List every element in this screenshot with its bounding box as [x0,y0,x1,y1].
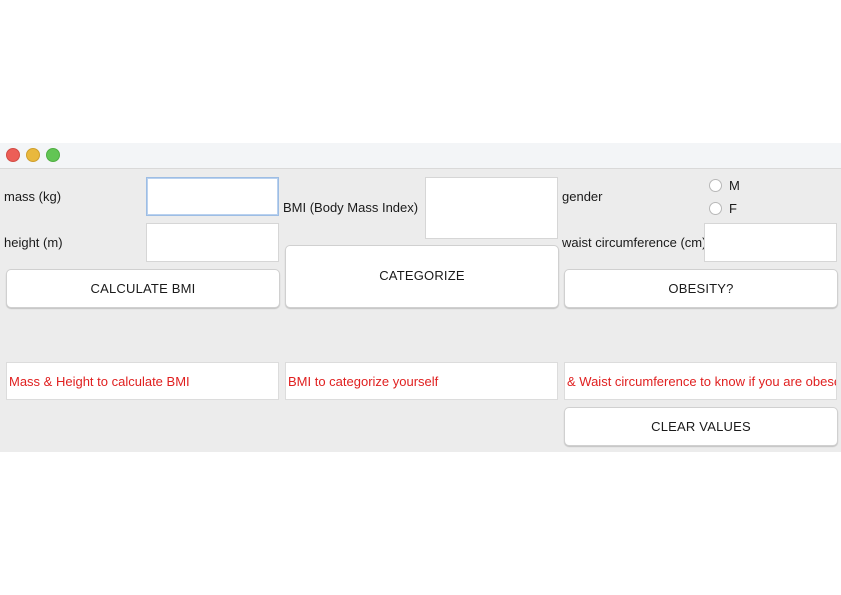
waist-input[interactable] [704,223,837,262]
gender-female-label: F [729,201,737,216]
obesity-button[interactable]: OBESITY? [564,269,838,308]
calculate-bmi-button[interactable]: CALCULATE BMI [6,269,280,308]
clear-values-button[interactable]: CLEAR VALUES [564,407,838,446]
mass-input[interactable] [146,177,279,216]
gender-female-radio[interactable] [709,202,722,215]
obesity-message: & Waist circumference to know if you are… [564,362,837,400]
bmi-output-field[interactable] [425,177,558,239]
waist-label: waist circumference (cm) [562,235,707,250]
height-input[interactable] [146,223,279,262]
gender-male-label: M [729,178,740,193]
height-label: height (m) [4,235,63,250]
bmi-message: Mass & Height to calculate BMI [6,362,279,400]
bmi-label: BMI (Body Mass Index) [283,200,419,215]
gender-male-radio[interactable] [709,179,722,192]
minimize-window-icon[interactable] [26,148,40,162]
categorize-button[interactable]: CATEGORIZE [285,245,559,308]
title-bar[interactable] [0,143,841,169]
mass-label: mass (kg) [4,189,62,204]
gender-label: gender [562,189,603,204]
app-window: mass (kg) BMI (Body Mass Index) gender M… [0,143,841,452]
category-message: BMI to categorize yourself [285,362,558,400]
maximize-window-icon[interactable] [46,148,60,162]
close-window-icon[interactable] [6,148,20,162]
